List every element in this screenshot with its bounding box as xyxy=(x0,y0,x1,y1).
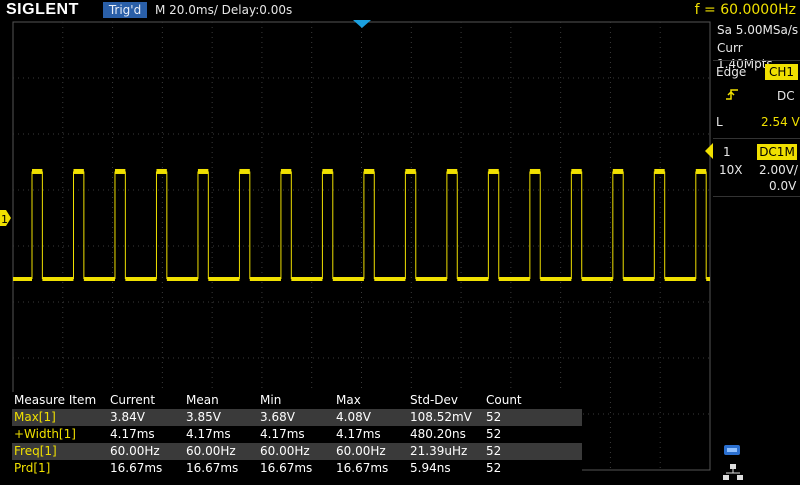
table-row[interactable]: Freq[1] 60.00Hz 60.00Hz 60.00Hz 60.00Hz … xyxy=(12,443,582,460)
trigger-level-marker xyxy=(705,143,713,159)
timebase-readout[interactable]: M 20.0ms/ Delay:0.00s xyxy=(155,2,292,18)
vertical-scale: 2.00V/ xyxy=(759,163,798,177)
network-icon xyxy=(723,464,743,480)
trigger-position-marker xyxy=(353,20,371,28)
mean-value: 16.67ms xyxy=(186,461,239,475)
probe-attenuation: 10X xyxy=(719,163,743,177)
status-icons xyxy=(722,442,744,480)
max-value: 4.08V xyxy=(336,410,371,424)
mean-value: 4.17ms xyxy=(186,427,231,441)
measure-header-row: Measure Item Current Mean Min Max Std-De… xyxy=(12,392,582,409)
channel-1-ground-marker: 1 xyxy=(0,210,11,226)
current-value: 3.84V xyxy=(110,410,145,424)
current-value: 60.00Hz xyxy=(110,444,160,458)
right-info-panel: Sa 5.00MSa/s Curr 1.40Mpts Edge CH1 DC L… xyxy=(713,20,800,480)
measure-item: Freq[1] xyxy=(14,444,57,458)
trigger-level-label: L xyxy=(716,115,723,129)
header-max: Max xyxy=(336,393,361,407)
table-row[interactable]: Max[1] 3.84V 3.85V 3.68V 4.08V 108.52mV … xyxy=(12,409,582,426)
min-value: 3.68V xyxy=(260,410,295,424)
min-value: 16.67ms xyxy=(260,461,313,475)
stddev-value: 21.39uHz xyxy=(410,444,468,458)
frequency-readout: f = 60.0000Hz xyxy=(694,2,796,18)
stddev-value: 5.94ns xyxy=(410,461,451,475)
header-mean: Mean xyxy=(186,393,219,407)
max-value: 16.67ms xyxy=(336,461,389,475)
count-value: 52 xyxy=(486,410,502,424)
sample-rate: Sa 5.00MSa/s xyxy=(717,23,799,37)
top-bar: SIGLENT Trig'd M 20.0ms/ Delay:0.00s f =… xyxy=(0,0,800,20)
current-value: 4.17ms xyxy=(110,427,155,441)
siglent-logo: SIGLENT xyxy=(6,1,79,18)
mean-value: 60.00Hz xyxy=(186,444,236,458)
trigger-source-badge: CH1 xyxy=(765,64,798,80)
channel-coupling-badge: DC1M xyxy=(757,144,797,160)
min-value: 4.17ms xyxy=(260,427,305,441)
table-row[interactable]: +Width[1] 4.17ms 4.17ms 4.17ms 4.17ms 48… xyxy=(12,426,582,443)
min-value: 60.00Hz xyxy=(260,444,310,458)
header-min: Min xyxy=(260,393,282,407)
rising-edge-icon xyxy=(726,89,738,100)
usb-icon xyxy=(724,445,740,455)
measure-item: Max[1] xyxy=(14,410,56,424)
current-value: 16.67ms xyxy=(110,461,163,475)
trigger-type: Edge xyxy=(716,65,747,79)
measure-item: Prd[1] xyxy=(14,461,51,475)
count-value: 52 xyxy=(486,444,502,458)
header-measure-item: Measure Item xyxy=(14,393,97,407)
trigger-coupling: DC xyxy=(777,89,795,103)
measurement-table: Measure Item Current Mean Min Max Std-De… xyxy=(12,392,582,478)
table-row[interactable]: Prd[1] 16.67ms 16.67ms 16.67ms 16.67ms 5… xyxy=(12,460,582,477)
count-value: 52 xyxy=(486,461,502,475)
trigger-status-badge: Trig'd xyxy=(103,2,147,18)
channel-number: 1 xyxy=(723,145,731,159)
max-value: 4.17ms xyxy=(336,427,381,441)
mean-value: 3.85V xyxy=(186,410,221,424)
measure-item: +Width[1] xyxy=(14,427,76,441)
header-std-dev: Std-Dev xyxy=(410,393,458,407)
header-count: Count xyxy=(486,393,522,407)
trigger-level-value: 2.54 V xyxy=(761,115,800,129)
count-value: 52 xyxy=(486,427,502,441)
max-value: 60.00Hz xyxy=(336,444,386,458)
channel-1-marker-label: 1 xyxy=(1,213,8,226)
vertical-offset: 0.0V xyxy=(769,179,797,193)
header-current: Current xyxy=(110,393,156,407)
stddev-value: 480.20ns xyxy=(410,427,466,441)
stddev-value: 108.52mV xyxy=(410,410,472,424)
